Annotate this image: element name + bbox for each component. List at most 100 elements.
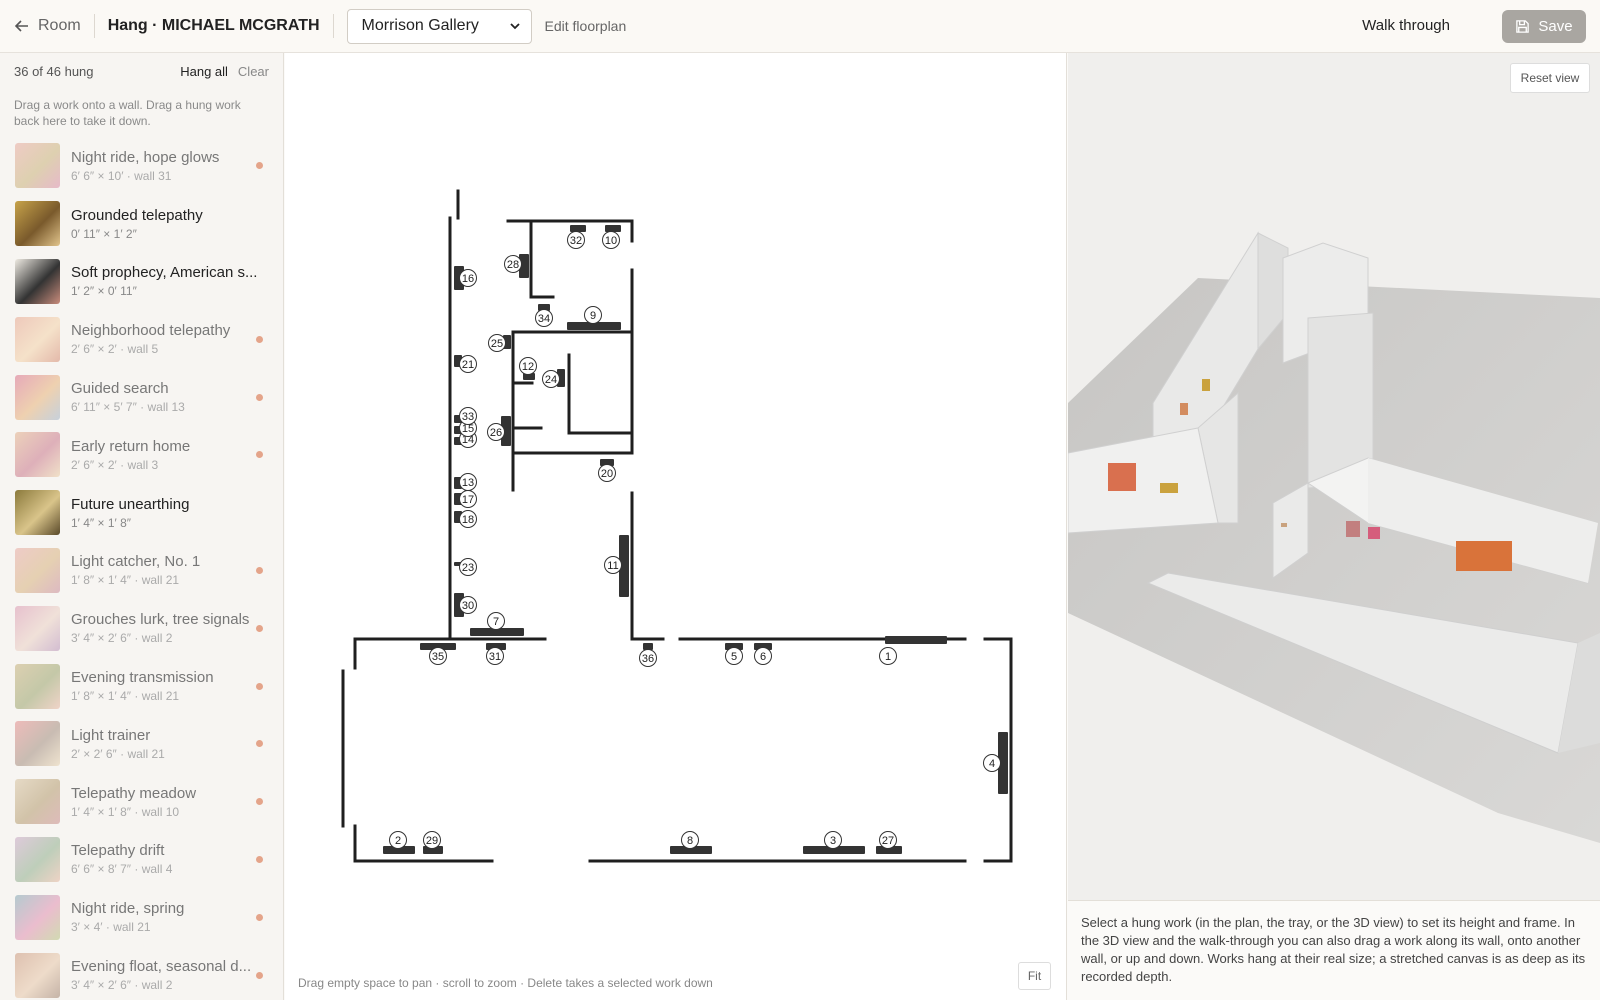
tray-item[interactable]: Soft prophecy, American s... 1′ 2″ × 0′ 1…: [0, 253, 283, 311]
hung-work-marker[interactable]: 10: [602, 225, 622, 249]
hung-indicator: [256, 624, 263, 632]
hung-work-marker[interactable]: 8: [670, 831, 712, 855]
floor-plan-svg[interactable]: 12 345 67891011121314151617182021232425262…: [285, 53, 1067, 1000]
hung-work-marker[interactable]: 36: [639, 643, 657, 667]
work-bar[interactable]: [605, 225, 621, 232]
work-number-label: 20: [601, 468, 613, 480]
hung-indicator: [256, 335, 263, 343]
page-title: Hang · MICHAEL MCGRATH: [107, 17, 320, 34]
back-to-room-link[interactable]: Room: [14, 17, 81, 35]
divider: [93, 14, 95, 38]
tray-item[interactable]: Telepathy drift 6′ 6″ × 8′ 7″ · wall 4: [0, 831, 283, 889]
artwork-3d[interactable]: [1202, 379, 1210, 391]
hung-work-marker[interactable]: 2: [383, 831, 415, 855]
artwork-3d[interactable]: [1368, 527, 1380, 539]
chevron-down-icon: [509, 23, 520, 30]
3d-scene[interactable]: [1068, 53, 1600, 901]
tray-item[interactable]: Guided search 6′ 11″ × 5′ 7″ · wall 13: [0, 368, 283, 426]
tray-item-meta: 1′ 2″ × 0′ 11″: [71, 284, 137, 299]
hung-work-marker[interactable]: 32: [567, 225, 587, 249]
tray-item[interactable]: Night ride, hope glows 6′ 6″ × 10′ · wall…: [0, 137, 283, 195]
tray-item-info: Night ride, spring 3′ × 4′ · wall 21: [71, 900, 283, 934]
work-number-label: 1: [885, 651, 891, 663]
hung-work-marker[interactable]: 12: [519, 357, 537, 381]
wall[interactable]: [529, 219, 555, 299]
artwork-3d[interactable]: [1160, 483, 1178, 493]
gallery-select[interactable]: Morrison Gallery: [346, 8, 532, 44]
tray-item[interactable]: Light trainer 2′ × 2′ 6″ · wall 21: [0, 715, 283, 773]
work-number-label: 17: [462, 494, 474, 506]
walk-through-button[interactable]: Walk through: [1362, 17, 1450, 34]
floor-plan-canvas[interactable]: 1 2 3 4 5 6 7 8 9 10 11 12 13 14 15 16 17 18 20 21 23 24 25 26 2…: [285, 53, 1067, 1000]
tray-help-text: Drag a work onto a wall. Drag a hung wor…: [14, 98, 241, 128]
work-bar[interactable]: [570, 225, 586, 232]
wall[interactable]: [567, 353, 634, 435]
work-number-label: 9: [590, 310, 596, 322]
hung-work-marker[interactable]: 16: [454, 266, 477, 290]
tray-item[interactable]: Night ride, spring 3′ × 4′ · wall 21: [0, 888, 283, 946]
reset-view-button[interactable]: Reset view: [1510, 63, 1590, 93]
hung-work-marker[interactable]: 27: [876, 831, 902, 855]
edit-floorplan-link[interactable]: Edit floorplan: [545, 18, 627, 34]
hung-work-marker[interactable]: 28: [504, 254, 530, 278]
work-number-label: 28: [507, 259, 519, 271]
tray-item-info: Evening float, seasonal d... 3′ 4″ × 2′ 6…: [71, 958, 283, 992]
hung-work-marker[interactable]: 11: [604, 535, 630, 597]
fit-button[interactable]: Fit: [1018, 962, 1051, 990]
tray-item[interactable]: Grouches lurk, tree signals 3′ 4″ × 2′ 6″…: [0, 599, 283, 657]
hung-work-marker[interactable]: 26: [487, 416, 512, 446]
artwork-3d[interactable]: [1346, 521, 1360, 537]
hang-all-button[interactable]: Hang all: [180, 64, 228, 79]
work-number-label: 27: [882, 835, 894, 847]
hung-work-marker[interactable]: 25: [488, 334, 512, 352]
hung-work-marker[interactable]: 20: [598, 459, 616, 482]
work-number-label: 2: [395, 835, 401, 847]
hung-work-marker[interactable]: 23: [454, 558, 477, 576]
artwork-thumbnail: [15, 143, 60, 189]
work-bar[interactable]: [643, 643, 653, 650]
save-button[interactable]: Save: [1502, 10, 1586, 43]
work-number-label: 31: [489, 651, 501, 663]
hung-work-marker[interactable]: 1: [879, 636, 948, 665]
artwork-thumbnail: [15, 721, 60, 767]
tray-item-meta: 1′ 4″ × 1′ 8″: [71, 515, 132, 530]
hung-work-marker[interactable]: 4: [983, 732, 1009, 794]
hung-work-marker[interactable]: 21: [454, 355, 477, 373]
clear-button[interactable]: Clear: [238, 64, 269, 79]
hung-work-marker[interactable]: 6: [754, 643, 772, 665]
tray-item[interactable]: Grounded telepathy 0′ 11″ × 1′ 2″: [0, 195, 283, 253]
hung-work-marker[interactable]: 9: [567, 306, 621, 331]
tray-item[interactable]: Telepathy meadow 1′ 4″ × 1′ 8″ · wall 10: [0, 773, 283, 831]
hung-work-marker[interactable]: 29: [423, 831, 443, 855]
tray-item-meta: 6′ 11″ × 5′ 7″ · wall 13: [71, 400, 185, 415]
tray-item-meta: 2′ 6″ × 2′ · wall 3: [71, 457, 159, 472]
hung-work-marker[interactable]: 24: [542, 369, 566, 388]
hung-work-marker[interactable]: 5: [725, 643, 743, 665]
work-number-label: 30: [462, 600, 474, 612]
hung-work-marker[interactable]: 3: [803, 831, 865, 855]
tray-item[interactable]: Neighborhood telepathy 2′ 6″ × 2′ · wall …: [0, 310, 283, 368]
hung-work-marker[interactable]: 33: [454, 407, 477, 425]
hung-work-marker[interactable]: 34: [535, 304, 553, 327]
tray-item[interactable]: Early return home 2′ 6″ × 2′ · wall 3: [0, 426, 283, 484]
hung-work-marker[interactable]: 31: [486, 643, 506, 665]
artwork-3d[interactable]: [1180, 403, 1188, 415]
hung-work-marker[interactable]: 30: [454, 593, 477, 617]
tray-item[interactable]: Evening transmission 1′ 8″ × 1′ 4″ · wall…: [0, 657, 283, 715]
artwork-3d[interactable]: [1108, 463, 1136, 491]
tray-item-info: Light catcher, No. 1 1′ 8″ × 1′ 4″ · wall…: [71, 553, 283, 587]
hung-work-marker[interactable]: 18: [454, 510, 477, 528]
hung-work-marker[interactable]: 17: [454, 490, 477, 508]
wall[interactable]: [353, 824, 494, 863]
work-bar[interactable]: [885, 636, 947, 644]
hung-work-marker[interactable]: 13: [454, 473, 477, 491]
hung-work-marker[interactable]: 35: [420, 643, 456, 665]
tray-item[interactable]: Future unearthing 1′ 4″ × 1′ 8″: [0, 484, 283, 542]
tray-item[interactable]: Light catcher, No. 1 1′ 8″ × 1′ 4″ · wall…: [0, 542, 283, 600]
wall[interactable]: [630, 491, 665, 641]
tray-item[interactable]: Evening float, seasonal d... 3′ 4″ × 2′ 6…: [0, 946, 283, 1000]
artwork-3d[interactable]: [1456, 541, 1512, 571]
3d-view[interactable]: Reset view: [1068, 53, 1600, 901]
artwork-3d[interactable]: [1281, 523, 1287, 527]
hung-work-marker[interactable]: 7: [470, 612, 524, 637]
